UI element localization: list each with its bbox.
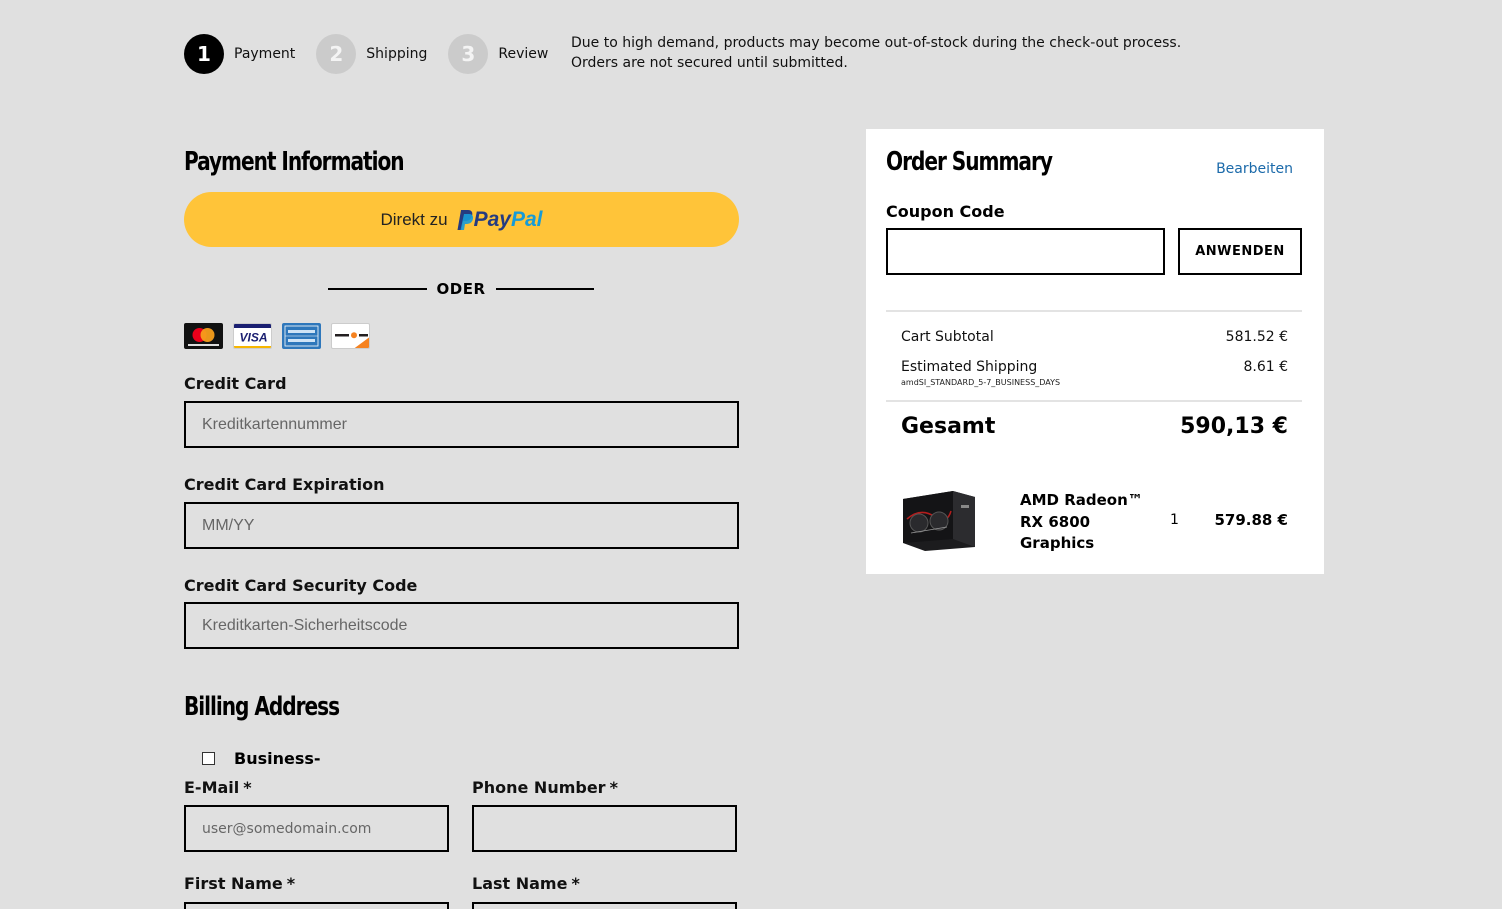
total-row: Gesamt 590,13 € [901, 414, 1288, 439]
required-mark: * [286, 874, 296, 893]
subtotal-row: Cart Subtotal 581.52 € [901, 329, 1288, 345]
divider [886, 310, 1302, 312]
payment-title: Payment Information [184, 147, 405, 177]
credit-card-input[interactable] [184, 401, 739, 448]
subtotal-label: Cart Subtotal [901, 329, 994, 345]
required-mark: * [571, 874, 580, 893]
email-label-text: E-Mail [184, 778, 240, 797]
step-shipping[interactable]: 2 Shipping [316, 34, 427, 74]
required-mark: * [243, 778, 252, 797]
amex-icon [282, 323, 321, 349]
last-name-label: Last Name * [472, 874, 580, 893]
step-number: 2 [316, 34, 357, 74]
apply-coupon-button[interactable]: ANWENDEN [1178, 228, 1302, 275]
shipping-method-code: amdSI_STANDARD_5-7_BUSINESS_DAYS [901, 378, 1061, 387]
email-input[interactable] [184, 805, 449, 852]
phone-label-text: Phone Number [472, 778, 606, 797]
step-review[interactable]: 3 Review [448, 34, 548, 74]
coupon-label: Coupon Code [886, 202, 1005, 221]
paypal-icon [457, 209, 473, 230]
paypal-button-label: Direkt zu [380, 209, 448, 229]
or-label: ODER [436, 280, 486, 298]
last-name-input[interactable] [472, 902, 737, 909]
first-name-label: First Name * [184, 874, 295, 893]
step-label: Review [498, 46, 549, 62]
mastercard-icon [184, 323, 223, 349]
divider [886, 400, 1302, 402]
required-mark: * [609, 778, 618, 797]
svg-text:VISA: VISA [239, 331, 267, 345]
product-quantity: 1 [1170, 512, 1179, 528]
step-payment[interactable]: 1 Payment [184, 34, 295, 74]
divider-line [495, 288, 594, 290]
billing-title: Billing Address [184, 692, 340, 722]
visa-icon: VISA [233, 323, 272, 349]
shipping-value: 8.61 € [1243, 359, 1288, 375]
step-label: Payment [234, 46, 296, 62]
step-number: 3 [448, 34, 489, 74]
first-name-label-text: First Name [184, 874, 283, 893]
security-code-label: Credit Card Security Code [184, 576, 418, 595]
paypal-logo: PayPal [456, 207, 543, 232]
coupon-input[interactable] [886, 228, 1165, 275]
product-image [901, 489, 977, 551]
step-label: Shipping [366, 46, 428, 62]
expiration-input[interactable] [184, 502, 739, 549]
phone-input[interactable] [472, 805, 737, 852]
order-summary-title: Order Summary [886, 147, 1053, 177]
credit-card-label: Credit Card [184, 374, 287, 393]
total-label: Gesamt [901, 414, 996, 439]
last-name-label-text: Last Name [472, 874, 568, 893]
shipping-row: Estimated Shipping 8.61 € [901, 359, 1288, 375]
accepted-cards: VISA [184, 323, 370, 349]
product-price: 579.88 € [1214, 511, 1288, 529]
discover-icon [331, 323, 370, 349]
product-name: AMD Radeon™ RX 6800 Graphics [1020, 491, 1143, 552]
edit-cart-link[interactable]: Bearbeiten [1216, 161, 1293, 177]
business-label: Business- [234, 749, 321, 768]
email-label: E-Mail * [184, 778, 252, 797]
paypal-button[interactable]: Direkt zu PayPal [184, 192, 739, 247]
subtotal-value: 581.52 € [1225, 329, 1288, 345]
or-divider: ODER [328, 278, 594, 300]
stock-notice: Due to high demand, products may become … [571, 35, 1182, 71]
shipping-label: Estimated Shipping [901, 359, 1038, 375]
business-checkbox[interactable] [202, 752, 215, 765]
phone-label: Phone Number * [472, 778, 618, 797]
order-summary-panel: Order Summary Bearbeiten Coupon Code ANW… [866, 129, 1324, 574]
security-code-input[interactable] [184, 602, 739, 649]
first-name-input[interactable] [184, 902, 449, 909]
checkout-steps: 1 Payment 2 Shipping 3 Review [184, 33, 569, 75]
total-value: 590,13 € [1180, 414, 1288, 439]
paypal-word-pal: Pal [510, 207, 543, 231]
divider-line [328, 288, 427, 290]
paypal-word-pay: Pay [473, 207, 511, 231]
expiration-label: Credit Card Expiration [184, 475, 385, 494]
business-checkbox-row[interactable]: Business- [202, 749, 321, 768]
step-number: 1 [184, 34, 224, 74]
